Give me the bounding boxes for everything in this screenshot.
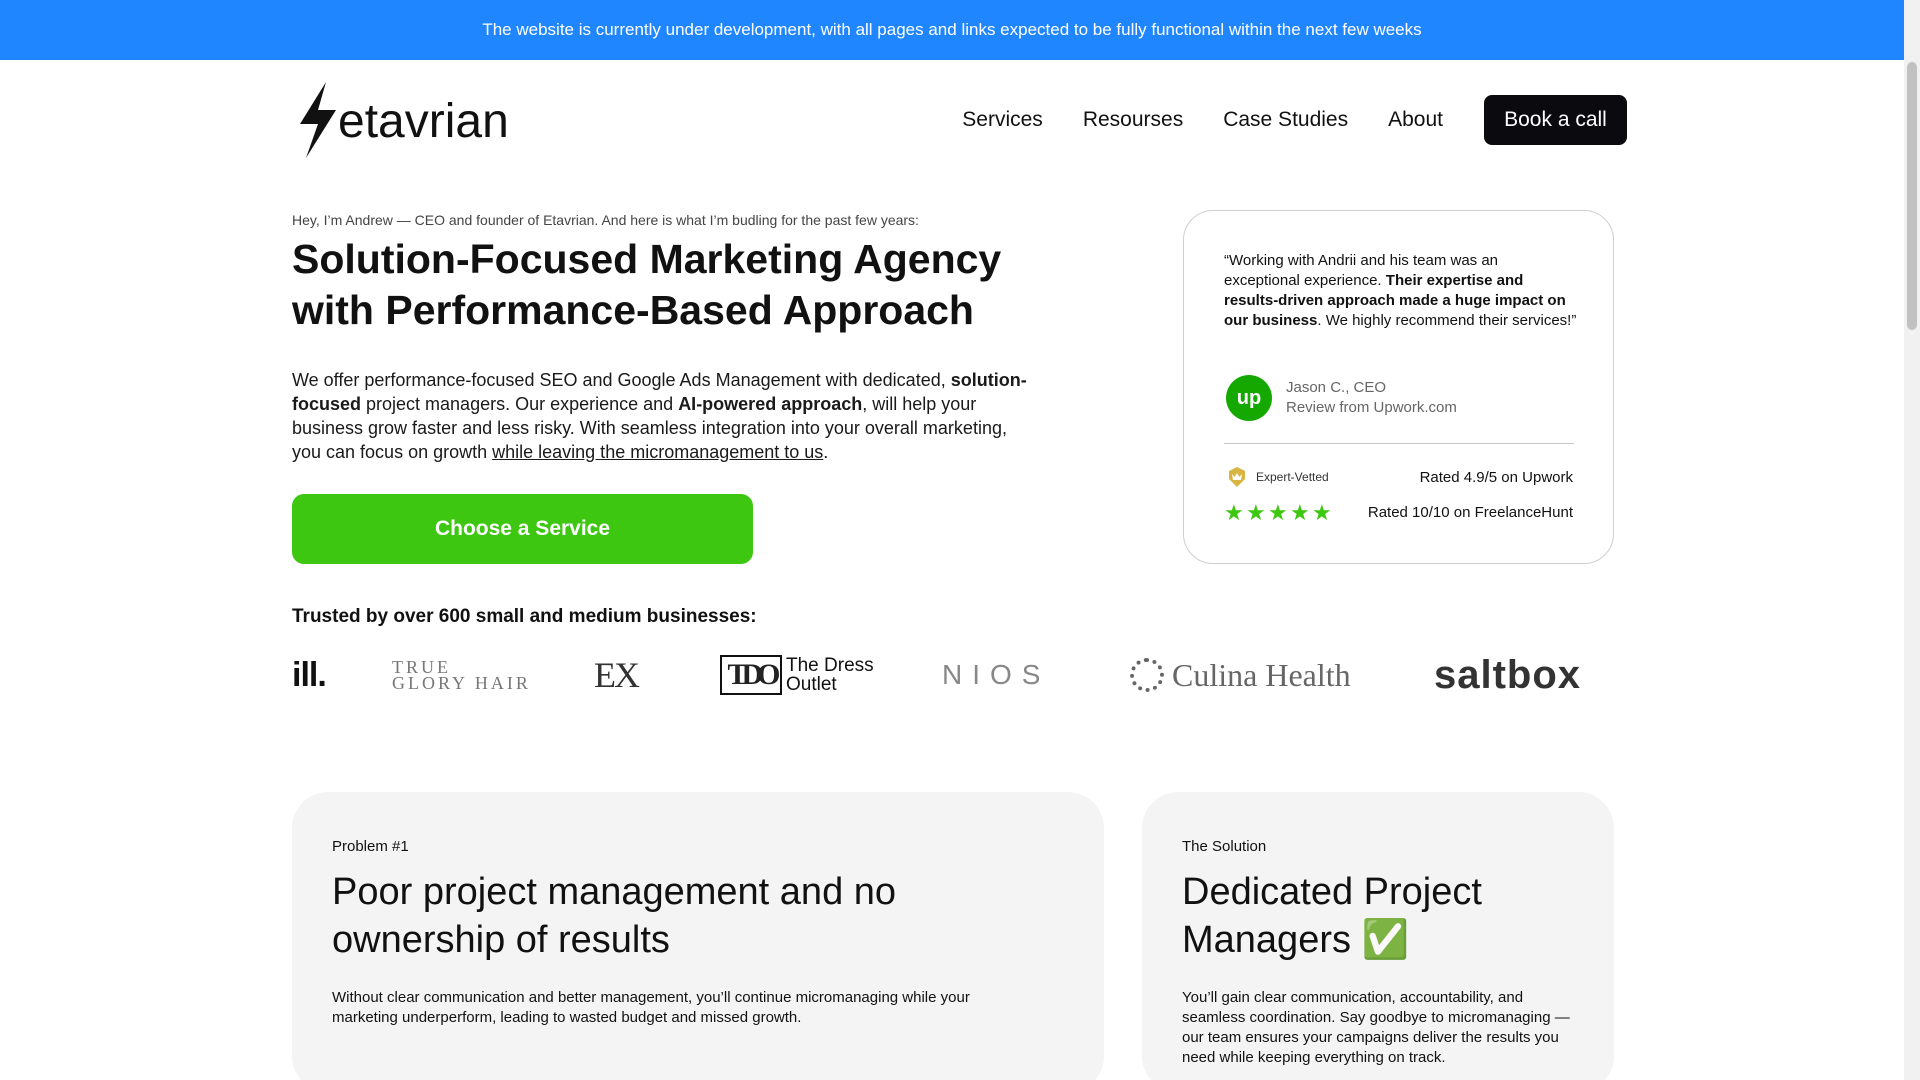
crown-badge-icon bbox=[1229, 467, 1245, 487]
problem-card: Problem #1 Poor project management and n… bbox=[292, 792, 1104, 1080]
tdo-mark: TDO bbox=[720, 655, 782, 695]
review-divider bbox=[1224, 443, 1574, 444]
logo-text: Culina Health bbox=[1172, 656, 1351, 693]
dev-banner-text: The website is currently under developme… bbox=[482, 20, 1422, 39]
nav-about[interactable]: About bbox=[1388, 108, 1443, 132]
problem-kicker: Problem #1 bbox=[332, 838, 409, 855]
site-logo[interactable]: etavrian bbox=[292, 80, 536, 160]
hero-description: We offer performance-focused SEO and Goo… bbox=[292, 368, 1032, 464]
problem-title: Poor project management and no ownership… bbox=[332, 871, 897, 961]
logo-text: The Dress bbox=[786, 655, 874, 676]
book-call-button[interactable]: Book a call bbox=[1484, 95, 1627, 145]
star-icon: ★ bbox=[1312, 500, 1332, 525]
hero-intro: Hey, I’m Andrew — CEO and founder of Eta… bbox=[292, 212, 919, 228]
star-rating: ★ ★ ★ ★ ★ bbox=[1224, 500, 1334, 525]
star-icon: ★ bbox=[1290, 500, 1310, 525]
nav-resources[interactable]: Resourses bbox=[1083, 108, 1183, 132]
reviewer: up Jason C., CEO Review from Upwork.com bbox=[1226, 375, 1457, 421]
star-icon: ★ bbox=[1224, 500, 1244, 525]
review-card: “Working with Andrii and his team was an… bbox=[1183, 210, 1614, 564]
expert-vetted-label: Expert-Vetted bbox=[1256, 470, 1329, 484]
nav-case-studies[interactable]: Case Studies bbox=[1223, 108, 1348, 132]
review-source: Review from Upwork.com bbox=[1286, 399, 1457, 416]
culina-mark-icon bbox=[1130, 658, 1164, 692]
choose-service-button[interactable]: Choose a Service bbox=[292, 494, 753, 564]
solution-title: Dedicated Project Managers ✅ bbox=[1182, 871, 1482, 961]
hero-desc-text: . bbox=[823, 442, 829, 462]
lightning-bolt-icon bbox=[300, 82, 336, 158]
client-logo-culina-health: Culina Health bbox=[1130, 650, 1351, 700]
star-icon: ★ bbox=[1246, 500, 1266, 525]
page-scrollbar[interactable] bbox=[1904, 0, 1920, 1080]
scrollbar-thumb[interactable] bbox=[1907, 62, 1917, 330]
logo-text: etavrian bbox=[338, 94, 509, 148]
tdo-text: The Dress Outlet bbox=[786, 656, 874, 694]
solution-description: You’ll gain clear communication, account… bbox=[1182, 989, 1570, 1066]
hero-title: Solution-Focused Marketing Agency with P… bbox=[292, 236, 1002, 333]
logo-text: Outlet bbox=[786, 674, 837, 695]
trusted-heading: Trusted by over 600 small and medium bus… bbox=[292, 606, 757, 627]
reviewer-info: Jason C., CEO Review from Upwork.com bbox=[1286, 378, 1457, 418]
expert-vetted-badge: Expert-Vetted bbox=[1226, 466, 1329, 488]
hero-desc-text: We offer performance-focused SEO and Goo… bbox=[292, 370, 951, 390]
client-logo-the-dress-outlet: TDO The Dress Outlet bbox=[720, 650, 874, 700]
hero-desc-text: project managers. Our experience and bbox=[361, 394, 679, 414]
hero-desc-bold: AI-powered approach bbox=[678, 394, 863, 414]
dev-banner: The website is currently under developme… bbox=[0, 0, 1904, 60]
nav-services[interactable]: Services bbox=[962, 108, 1043, 132]
client-logo-nios: NIOS bbox=[942, 659, 1051, 690]
client-logo-ex: EX bbox=[594, 655, 640, 695]
client-logo-true-glory-hair: TRUE GLORY HAIR bbox=[392, 650, 532, 700]
logo-text: GLORY HAIR bbox=[392, 673, 531, 693]
upwork-logo-icon: up bbox=[1226, 375, 1272, 421]
quote-text: . We highly recommend their services!” bbox=[1317, 312, 1577, 329]
review-quote: “Working with Andrii and his team was an… bbox=[1224, 251, 1578, 331]
solution-kicker: The Solution bbox=[1182, 838, 1267, 855]
client-logo-saltbox: saltbox bbox=[1434, 652, 1582, 697]
problem-description: Without clear communication and better m… bbox=[332, 989, 970, 1026]
main-nav: Services Resourses Case Studies About Bo… bbox=[962, 94, 1627, 146]
client-logos: ill. TRUE GLORY HAIR EX TDO The Dress Ou… bbox=[292, 650, 1614, 700]
client-logo-ill: ill. bbox=[292, 655, 327, 694]
reviewer-name: Jason C., CEO bbox=[1286, 379, 1387, 396]
freelancehunt-rating: Rated 10/10 on FreelanceHunt bbox=[1367, 504, 1573, 521]
star-icon: ★ bbox=[1268, 500, 1288, 525]
solution-card: The Solution Dedicated Project Managers … bbox=[1142, 792, 1614, 1080]
upwork-rating: Rated 4.9/5 on Upwork bbox=[1419, 469, 1573, 486]
micromanagement-link[interactable]: while leaving the micromanagement to us bbox=[492, 442, 823, 462]
